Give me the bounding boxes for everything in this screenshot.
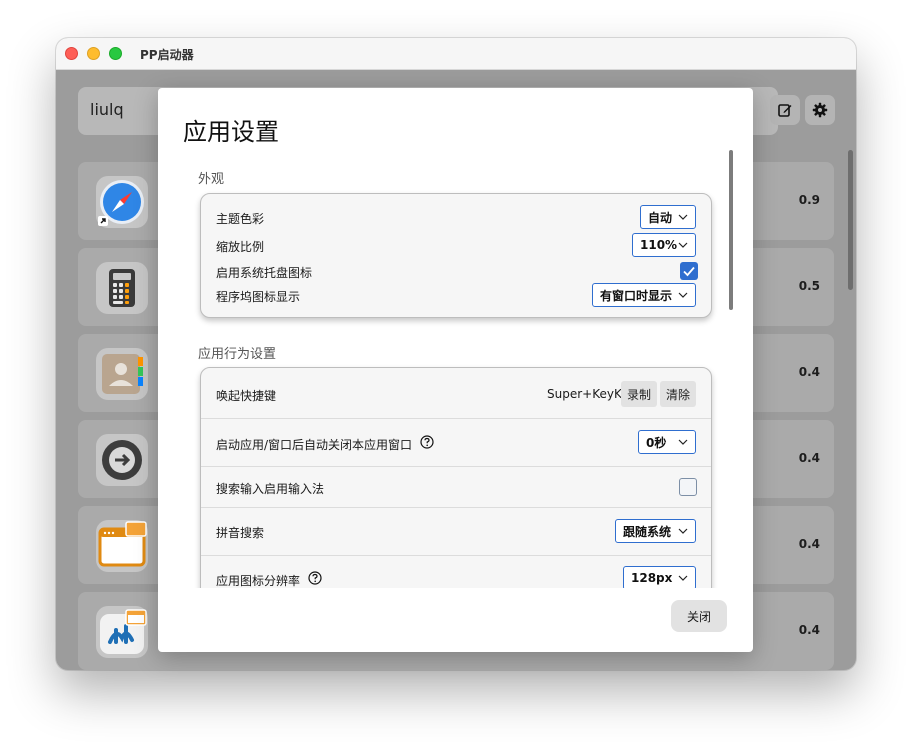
icon-resolution-select-value: 128px xyxy=(631,571,673,585)
chevron-down-icon xyxy=(678,214,688,220)
minimize-window-button[interactable] xyxy=(87,47,100,60)
app-score: 0.9 xyxy=(798,193,820,207)
checkmark-icon xyxy=(683,266,695,277)
scale-select[interactable]: 110% xyxy=(632,233,696,257)
chevron-down-icon xyxy=(678,575,688,581)
edit-button[interactable] xyxy=(770,95,800,125)
autoclose-select[interactable]: 0秒 xyxy=(638,430,696,454)
divider xyxy=(201,507,711,508)
appearance-card: 主题色彩 自动 缩放比例 110% 启用系统托盘图标 程序坞图标显示 有窗口时显… xyxy=(200,193,712,318)
pinyin-label: 拼音搜索 xyxy=(216,526,265,540)
help-circle-icon[interactable] xyxy=(308,571,322,585)
divider xyxy=(201,466,711,467)
record-hotkey-button[interactable]: 录制 xyxy=(621,381,657,407)
chevron-down-icon xyxy=(678,528,688,534)
theme-select-value: 自动 xyxy=(648,210,673,225)
tray-checkbox[interactable] xyxy=(680,262,698,280)
theme-select[interactable]: 自动 xyxy=(640,205,696,229)
chevron-down-icon xyxy=(678,439,688,445)
settings-scroll-area[interactable]: 外观 主题色彩 自动 缩放比例 110% 启用系统托盘图标 程序坞图标显示 有窗… xyxy=(158,150,728,588)
pinyin-select-value: 跟随系统 xyxy=(623,524,672,539)
dock-label: 程序坞图标显示 xyxy=(216,290,301,304)
chevron-down-icon xyxy=(678,292,688,298)
scale-label: 缩放比例 xyxy=(216,240,265,254)
close-window-button[interactable] xyxy=(65,47,78,60)
zoom-window-button[interactable] xyxy=(109,47,122,60)
edit-icon xyxy=(778,104,792,117)
app-list-scrollbar[interactable] xyxy=(848,150,853,290)
autoclose-select-value: 0秒 xyxy=(646,435,667,450)
dock-select[interactable]: 有窗口时显示 xyxy=(592,283,696,307)
behavior-card: 唤起快捷键 Super+KeyK 录制 清除 启动应用/窗口后自动关闭本应用窗口… xyxy=(200,367,712,588)
autoclose-label: 启动应用/窗口后自动关闭本应用窗口 xyxy=(216,438,413,452)
section-label-appearance: 外观 xyxy=(198,172,225,187)
contacts-icon xyxy=(96,348,148,400)
safari-icon xyxy=(96,176,148,228)
settings-dialog: 应用设置 外观 主题色彩 自动 缩放比例 110% 启用系统托盘图标 程序坞图标… xyxy=(158,88,753,652)
section-label-behavior: 应用行为设置 xyxy=(198,347,277,362)
theme-label: 主题色彩 xyxy=(216,212,265,226)
settings-scrollbar[interactable] xyxy=(729,150,733,310)
close-button[interactable]: 关闭 xyxy=(671,600,727,632)
arrow-right-circle-icon xyxy=(96,434,148,486)
help-circle-icon[interactable] xyxy=(420,435,434,449)
chevron-down-icon xyxy=(678,242,688,248)
window-folder-icon xyxy=(96,520,148,572)
clear-hotkey-button[interactable]: 清除 xyxy=(660,381,696,407)
app-score: 0.4 xyxy=(798,537,820,551)
divider xyxy=(201,418,711,419)
icon-resolution-select[interactable]: 128px xyxy=(623,566,696,588)
title-bar: PP启动器 xyxy=(56,38,856,70)
hotkey-label: 唤起快捷键 xyxy=(216,389,277,403)
app-score: 0.4 xyxy=(798,623,820,637)
app-score: 0.5 xyxy=(798,279,820,293)
tray-label: 启用系统托盘图标 xyxy=(216,266,313,280)
app-score: 0.4 xyxy=(798,365,820,379)
ime-checkbox[interactable] xyxy=(679,478,697,496)
pinyin-select[interactable]: 跟随系统 xyxy=(615,519,696,543)
scale-select-value: 110% xyxy=(640,238,678,252)
settings-button[interactable] xyxy=(805,95,835,125)
divider xyxy=(201,555,711,556)
ime-label: 搜索输入启用输入法 xyxy=(216,482,325,496)
icon-resolution-label: 应用图标分辨率 xyxy=(216,574,301,588)
window-title: PP启动器 xyxy=(140,48,194,62)
vscode-window-icon xyxy=(96,606,148,658)
dock-select-value: 有窗口时显示 xyxy=(600,288,673,303)
calculator-icon xyxy=(96,262,148,314)
hotkey-value: Super+KeyK xyxy=(547,387,622,401)
app-score: 0.4 xyxy=(798,451,820,465)
search-input-value: liulq xyxy=(90,100,124,119)
gear-icon xyxy=(812,102,828,118)
dialog-title: 应用设置 xyxy=(183,118,279,146)
